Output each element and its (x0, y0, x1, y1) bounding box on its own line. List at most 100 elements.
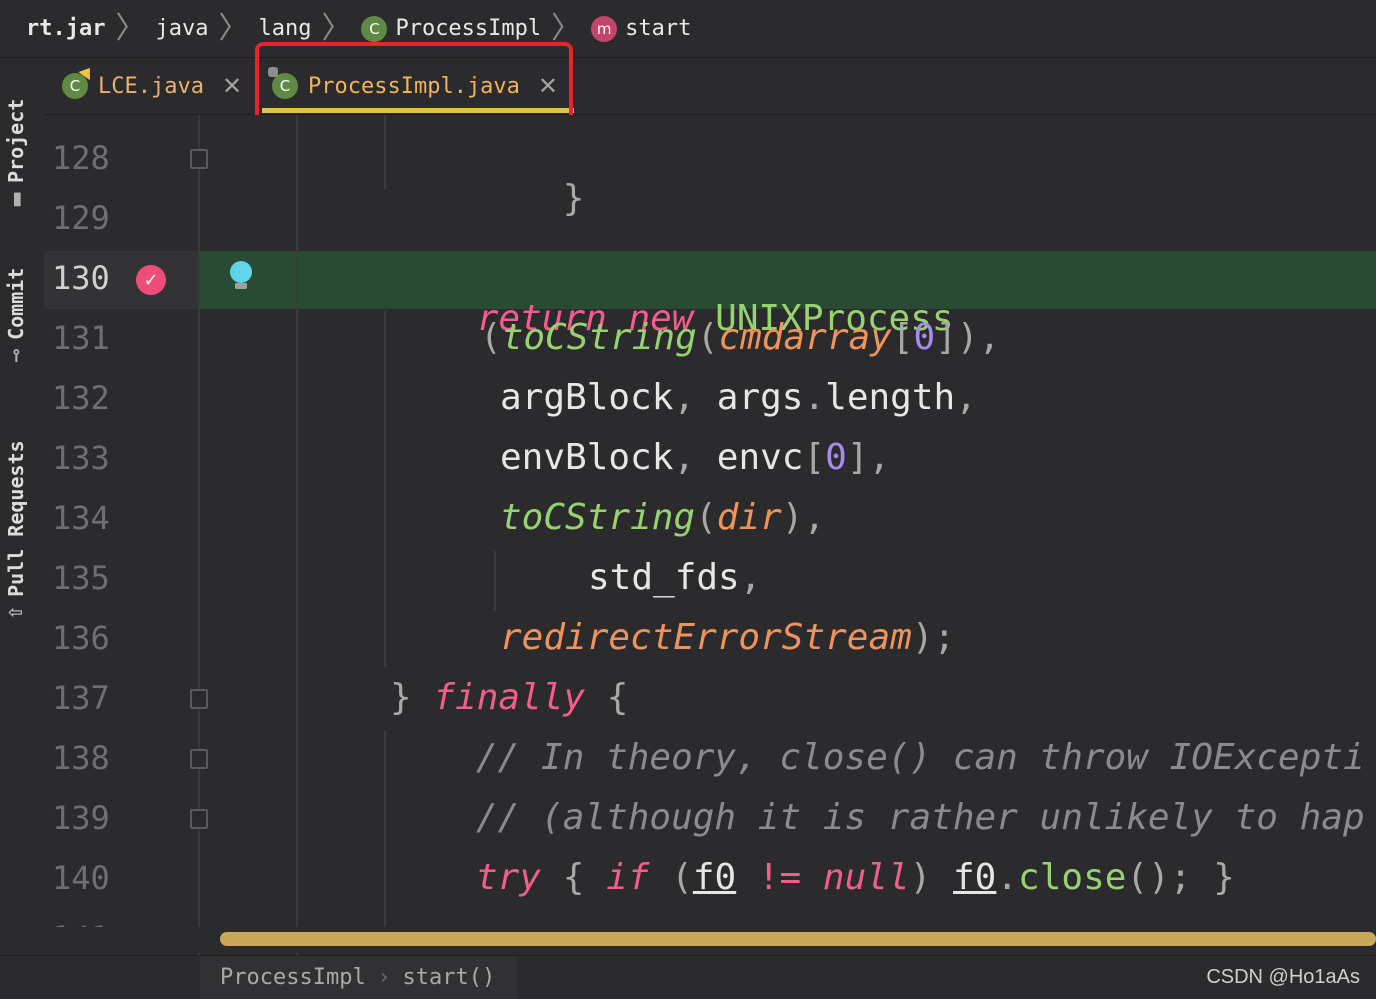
code-line-136: redirectErrorStream); (500, 617, 955, 658)
breadcrumb-separator-icon: 〉 (551, 10, 582, 46)
fold-end-icon[interactable] (190, 809, 208, 829)
tool-tab-pull-requests[interactable]: ⇧ Pull Requests (4, 440, 28, 620)
line-number: 129 (52, 199, 110, 237)
code-token: , (955, 377, 977, 418)
line-number: 138 (52, 739, 110, 777)
code-token: , (739, 557, 762, 598)
code-token: { (562, 857, 585, 898)
code-token: , (673, 377, 696, 418)
code-token: } (562, 178, 585, 219)
field-reference: f0 (953, 857, 997, 898)
horizontal-scrollbar-thumb[interactable] (220, 932, 1376, 946)
tool-tab-pull-requests-label: Pull Requests (4, 440, 28, 597)
code-token: [ (803, 437, 826, 478)
code-token: ( (671, 857, 693, 898)
line-number: 132 (52, 379, 110, 417)
lightbulb-base (235, 283, 247, 289)
code-line-134: toCString(dir), (500, 497, 825, 538)
tab-lce-java-label: LCE.java (98, 73, 204, 99)
breadcrumb-package-lang[interactable]: lang (258, 16, 311, 41)
fold-start-icon[interactable] (190, 689, 208, 709)
breadcrumb-class[interactable]: C ProcessImpl (361, 15, 542, 42)
indent-guide (494, 551, 496, 611)
breadcrumb-method-label: start (625, 16, 692, 41)
tab-processimpl-java-label: ProcessImpl.java (308, 73, 520, 99)
code-token: ( (695, 497, 717, 538)
indent-guide (384, 731, 386, 931)
keyword-finally: finally (433, 677, 586, 718)
line-number: 134 (52, 499, 110, 537)
field-reference: f0 (692, 857, 737, 898)
variable: cmdarray (718, 317, 892, 358)
line-number: 136 (52, 619, 110, 657)
code-token: } (1213, 857, 1235, 898)
footer-crumb-method[interactable]: start() (403, 965, 496, 990)
identifier: envc (716, 437, 804, 478)
breadcrumb-class-label: ProcessImpl (395, 16, 542, 41)
breadcrumb-method[interactable]: m start (591, 15, 692, 42)
code-token: ( (480, 317, 502, 358)
tool-tab-commit[interactable]: ⊸ Commit (4, 268, 28, 363)
code-editor[interactable]: 128 129 130 131 132 133 134 135 136 137 … (44, 115, 1376, 955)
line-number-current: 130 (52, 259, 110, 297)
breadcrumb-separator-icon: 〉 (218, 10, 249, 46)
active-tab-indicator (262, 108, 574, 113)
code-token: , (868, 437, 891, 478)
indent-guide (384, 311, 386, 667)
identifier: args (716, 377, 804, 418)
close-icon[interactable]: ✕ (538, 72, 558, 100)
line-number: 139 (52, 799, 110, 837)
operator: != (757, 857, 802, 898)
code-line-128: } (476, 137, 585, 260)
line-number: 140 (52, 859, 110, 897)
lightbulb-icon[interactable] (230, 261, 252, 283)
variable: redirectErrorStream (500, 617, 912, 658)
code-token: ] (846, 437, 869, 478)
method-icon: m (591, 15, 618, 42)
code-line-132: argBlock, args.length, (500, 377, 977, 418)
line-number: 133 (52, 439, 110, 477)
fold-end-icon[interactable] (190, 149, 208, 169)
line-number: 135 (52, 559, 110, 597)
editor-footer: ProcessImpl › start() CSDN @Ho1aAs (0, 955, 1376, 999)
structure-breadcrumb: ProcessImpl › start() (200, 956, 518, 999)
tab-lce-java[interactable]: C LCE.java ✕ (62, 58, 242, 114)
code-token: { (606, 677, 629, 718)
tool-tab-project[interactable]: ▬ Project (4, 99, 28, 208)
method-call: toCString (501, 317, 697, 358)
breadcrumb-package-java[interactable]: java (155, 16, 208, 41)
editor-tab-bar: C LCE.java ✕ C ProcessImpl.java ✕ (44, 58, 1376, 115)
code-token: (); (1126, 857, 1192, 898)
code-line-139-comment: // (although it is rather unlikely to ha… (476, 797, 1365, 838)
java-class-icon: C (62, 63, 96, 99)
code-token: ( (696, 317, 719, 358)
code-token: ) (909, 857, 932, 898)
code-token: } (390, 677, 412, 718)
breakpoint-icon[interactable]: ✓ (136, 265, 166, 295)
line-number: 128 (52, 139, 110, 177)
footer-crumb-class[interactable]: ProcessImpl (220, 965, 366, 990)
class-icon: C (272, 73, 298, 99)
breadcrumb-jar[interactable]: rt.jar (26, 16, 105, 41)
code-line-137: } finally { (390, 677, 628, 718)
watermark-text: CSDN @Ho1aAs (1206, 966, 1360, 988)
code-token: ), (781, 497, 826, 538)
indent-guide (384, 115, 386, 189)
code-line-135: std_fds, (588, 557, 761, 598)
class-icon: C (361, 15, 388, 42)
navigation-breadcrumb: rt.jar 〉 java 〉 lang 〉 C ProcessImpl 〉 m… (0, 0, 1376, 58)
tool-tab-commit-label: Commit (4, 267, 28, 340)
fold-start-icon[interactable] (190, 749, 208, 769)
close-icon[interactable]: ✕ (222, 72, 242, 100)
code-line-140: try { if (f0 != null) f0.close(); } (476, 857, 1235, 898)
folder-icon: ▬ (5, 190, 27, 208)
keyword-null: null (822, 857, 910, 898)
code-token: ] (935, 317, 957, 358)
line-number: 137 (52, 679, 110, 717)
identifier: length (825, 377, 956, 418)
tab-processimpl-java[interactable]: C ProcessImpl.java ✕ (268, 58, 558, 114)
gutter-divider (198, 115, 200, 955)
identifier: envBlock (500, 437, 674, 478)
breadcrumb-separator-icon: › (379, 965, 389, 990)
variable: dir (716, 497, 782, 538)
